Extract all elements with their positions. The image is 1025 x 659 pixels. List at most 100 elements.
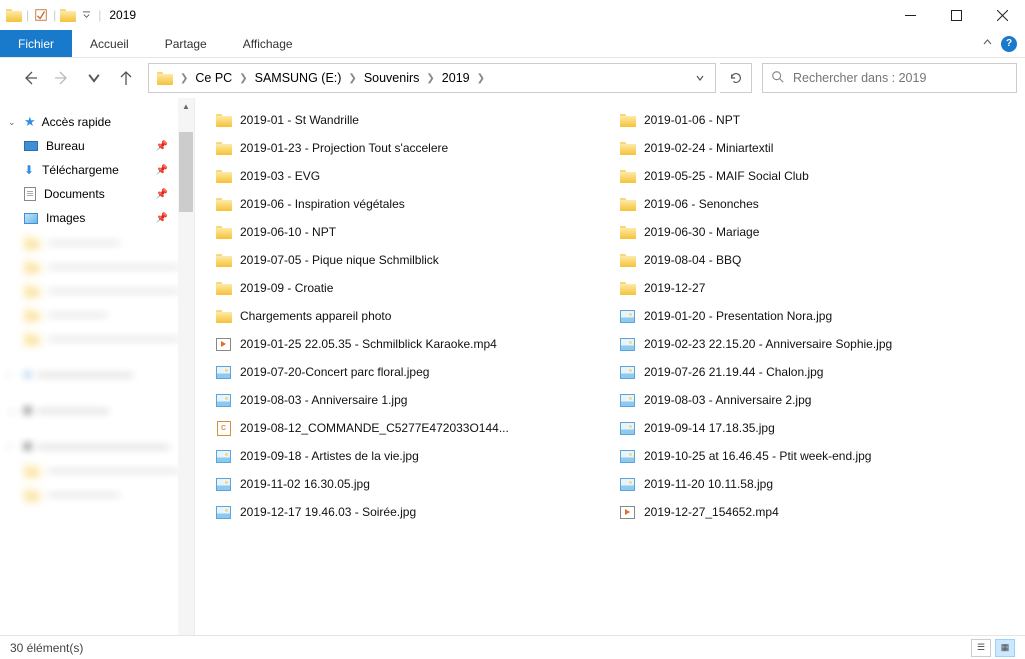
up-button[interactable] bbox=[112, 64, 140, 92]
list-item[interactable]: C2019-08-12_COMMANDE_C5277E472033O144... bbox=[211, 414, 591, 442]
sidebar-quick-access[interactable]: ⌄ ★ Accès rapide bbox=[0, 110, 194, 134]
chevron-right-icon[interactable]: ❯ bbox=[423, 73, 437, 84]
help-icon[interactable]: ? bbox=[1001, 36, 1017, 52]
item-label: 2019-06 - Inspiration végétales bbox=[240, 197, 405, 211]
sidebar-blurred-item[interactable]: ——————————— bbox=[0, 254, 194, 278]
list-item[interactable]: 2019-01 - St Wandrille bbox=[211, 106, 591, 134]
list-item[interactable]: Chargements appareil photo bbox=[211, 302, 591, 330]
tab-home[interactable]: Accueil bbox=[72, 30, 147, 57]
view-details-button[interactable]: ☰ bbox=[971, 639, 991, 657]
search-input[interactable] bbox=[793, 71, 1008, 85]
address-dropdown-icon[interactable] bbox=[689, 73, 711, 83]
list-item[interactable]: 2019-12-17 19.46.03 - Soirée.jpg bbox=[211, 498, 591, 526]
list-item[interactable]: 2019-09-18 - Artistes de la vie.jpg bbox=[211, 442, 591, 470]
recent-dropdown[interactable] bbox=[80, 64, 108, 92]
tab-share[interactable]: Partage bbox=[147, 30, 225, 57]
list-item[interactable]: 2019-06 - Inspiration végétales bbox=[211, 190, 591, 218]
list-item[interactable]: 2019-10-25 at 16.46.45 - Ptit week-end.j… bbox=[615, 442, 995, 470]
list-item[interactable]: 2019-09-14 17.18.35.jpg bbox=[615, 414, 995, 442]
list-item[interactable]: 2019-06-30 - Mariage bbox=[615, 218, 995, 246]
tab-view[interactable]: Affichage bbox=[225, 30, 311, 57]
back-button[interactable] bbox=[16, 64, 44, 92]
chevron-right-icon[interactable]: ❯ bbox=[236, 73, 250, 84]
qat-dropdown-icon[interactable] bbox=[78, 7, 94, 23]
list-item[interactable]: 2019-01-23 - Projection Tout s'accelere bbox=[211, 134, 591, 162]
list-item[interactable]: 2019-05-25 - MAIF Social Club bbox=[615, 162, 995, 190]
sidebar-item-desktop[interactable]: Bureau 📌 bbox=[0, 134, 194, 158]
list-item[interactable]: 2019-08-04 - BBQ bbox=[615, 246, 995, 274]
expand-icon[interactable]: ⌄ bbox=[8, 117, 18, 128]
sidebar-blurred-item[interactable]: ——————————— bbox=[0, 458, 194, 482]
list-item[interactable]: 2019-01-06 - NPT bbox=[615, 106, 995, 134]
crumb-pc[interactable]: Ce PC bbox=[191, 64, 236, 92]
list-item[interactable]: 2019-07-05 - Pique nique Schmilblick bbox=[211, 246, 591, 274]
sidebar-blurred-item[interactable]: ——————————— bbox=[0, 326, 194, 350]
chevron-right-icon[interactable]: ❯ bbox=[345, 73, 359, 84]
item-label: 2019-01-20 - Presentation Nora.jpg bbox=[644, 309, 832, 323]
crumb-2019[interactable]: 2019 bbox=[438, 64, 474, 92]
list-item[interactable]: 2019-02-23 22.15.20 - Anniversaire Sophi… bbox=[615, 330, 995, 358]
list-item[interactable]: 2019-11-02 16.30.05.jpg bbox=[211, 470, 591, 498]
forward-button[interactable] bbox=[48, 64, 76, 92]
crumb-souvenirs[interactable]: Souvenirs bbox=[360, 64, 424, 92]
address-bar[interactable]: ❯ Ce PC ❯ SAMSUNG (E:) ❯ Souvenirs ❯ 201… bbox=[148, 63, 716, 93]
sidebar-blurred-group[interactable]: ⌄■—————— bbox=[0, 398, 194, 422]
status-count: 30 élément(s) bbox=[10, 641, 83, 655]
sidebar-item-downloads[interactable]: ⬇ Téléchargeme 📌 bbox=[0, 158, 194, 182]
item-label: 2019-12-27 bbox=[644, 281, 705, 295]
list-item[interactable]: 2019-12-27_154652.mp4 bbox=[615, 498, 995, 526]
list-item[interactable]: 2019-01-25 22.05.35 - Schmilblick Karaok… bbox=[211, 330, 591, 358]
list-item[interactable]: 2019-12-27 bbox=[615, 274, 995, 302]
list-item[interactable]: 2019-07-20-Concert parc floral.jpeg bbox=[211, 358, 591, 386]
sidebar-blurred-item[interactable]: ————— bbox=[0, 302, 194, 326]
sidebar-blurred-group[interactable]: ›●———————— bbox=[0, 362, 194, 386]
status-bar: 30 élément(s) ☰ ▦ bbox=[0, 635, 1025, 659]
sidebar-item-label: Images bbox=[46, 211, 85, 225]
item-label: 2019-07-20-Concert parc floral.jpeg bbox=[240, 365, 429, 379]
tab-file[interactable]: Fichier bbox=[0, 30, 72, 57]
image-icon bbox=[619, 476, 636, 493]
pictures-icon bbox=[24, 213, 38, 224]
view-icons-button[interactable]: ▦ bbox=[995, 639, 1015, 657]
image-icon bbox=[215, 364, 232, 381]
qat-folder-icon[interactable] bbox=[60, 7, 76, 23]
list-item[interactable]: 2019-11-20 10.11.58.jpg bbox=[615, 470, 995, 498]
sidebar-item-documents[interactable]: Documents 📌 bbox=[0, 182, 194, 206]
folder-icon bbox=[215, 140, 232, 157]
sidebar-item-images[interactable]: Images 📌 bbox=[0, 206, 194, 230]
list-item[interactable]: 2019-08-03 - Anniversaire 2.jpg bbox=[615, 386, 995, 414]
sidebar-blurred-group[interactable]: ›■——————————— bbox=[0, 434, 194, 458]
close-button[interactable] bbox=[979, 0, 1025, 30]
sidebar-blurred-item[interactable]: —————— bbox=[0, 482, 194, 506]
scroll-up-icon[interactable]: ▲ bbox=[182, 98, 190, 114]
sidebar-scrollbar[interactable]: ▲ bbox=[178, 98, 194, 635]
sidebar: ⌄ ★ Accès rapide Bureau 📌 ⬇ Téléchargeme… bbox=[0, 98, 195, 635]
maximize-button[interactable] bbox=[933, 0, 979, 30]
list-item[interactable]: 2019-08-03 - Anniversaire 1.jpg bbox=[211, 386, 591, 414]
chevron-right-icon[interactable]: ❯ bbox=[474, 73, 488, 84]
refresh-button[interactable] bbox=[720, 63, 752, 93]
image-icon bbox=[619, 336, 636, 353]
item-label: 2019-02-24 - Miniartextil bbox=[644, 141, 773, 155]
list-item[interactable]: 2019-06-10 - NPT bbox=[211, 218, 591, 246]
image-icon bbox=[215, 476, 232, 493]
search-box[interactable] bbox=[762, 63, 1017, 93]
list-item[interactable]: 2019-09 - Croatie bbox=[211, 274, 591, 302]
desktop-icon bbox=[24, 141, 38, 151]
qat-properties-icon[interactable] bbox=[33, 7, 49, 23]
scroll-thumb[interactable] bbox=[179, 132, 193, 212]
list-item[interactable]: 2019-03 - EVG bbox=[211, 162, 591, 190]
minimize-button[interactable] bbox=[887, 0, 933, 30]
sidebar-blurred-item[interactable]: ——————————— bbox=[0, 278, 194, 302]
ribbon-collapse-icon[interactable] bbox=[982, 37, 993, 51]
ribbon-tabs: Fichier Accueil Partage Affichage ? bbox=[0, 30, 1025, 58]
list-item[interactable]: 2019-07-26 21.19.44 - Chalon.jpg bbox=[615, 358, 995, 386]
list-item[interactable]: 2019-06 - Senonches bbox=[615, 190, 995, 218]
sidebar-blurred-item[interactable]: —————— bbox=[0, 230, 194, 254]
crumb-drive[interactable]: SAMSUNG (E:) bbox=[251, 64, 346, 92]
chevron-right-icon[interactable]: ❯ bbox=[177, 73, 191, 84]
list-item[interactable]: 2019-02-24 - Miniartextil bbox=[615, 134, 995, 162]
list-item[interactable]: 2019-01-20 - Presentation Nora.jpg bbox=[615, 302, 995, 330]
item-label: 2019-06 - Senonches bbox=[644, 197, 759, 211]
file-list: 2019-01 - St Wandrille2019-01-23 - Proje… bbox=[195, 98, 1025, 635]
